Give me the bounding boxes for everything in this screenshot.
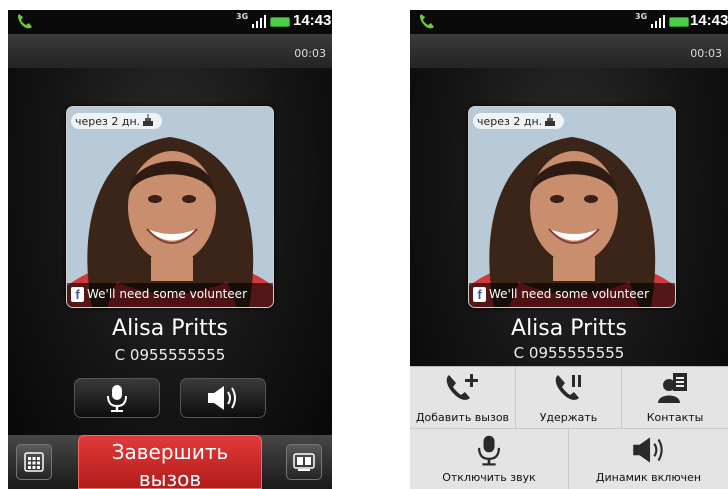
call-stage: через 2 дн. f We'll need some volunteer … [8,68,332,489]
hold-button[interactable]: Удержать [516,367,622,429]
end-call-label-line2: вызов [138,467,202,489]
phone-screen-in-call-menu: 3G 14:43 00:03 через 2 дн. f We'll need … [410,10,728,489]
mute-label: Отключить звук [442,471,536,484]
facebook-status: f We'll need some volunteer [469,283,675,307]
contact-photo-image [67,107,273,307]
network-type: 3G [635,12,648,21]
speaker-menu-button[interactable]: Динамик включен [569,429,728,489]
reminder-text: через 2 дн. [75,115,141,128]
reminder-badge: через 2 дн. [473,113,565,129]
contacts-label: Контакты [646,411,704,424]
contact-photo-image [469,107,675,307]
signal-icon [651,15,665,28]
reminder-text: через 2 дн. [477,115,543,128]
mute-menu-button[interactable]: Отключить звук [410,429,569,489]
battery-icon [270,17,290,27]
cake-icon [545,114,556,126]
cake-icon [143,114,154,126]
bottom-bar: Завершить вызов [8,435,332,489]
hold-icon [555,375,581,400]
dialpad-icon [24,452,44,472]
status-bar: 3G 14:43 [410,10,728,34]
car-kit-button[interactable] [286,444,322,480]
car-kit-icon [293,453,315,471]
call-timer-bar: 00:03 [410,34,728,69]
call-timer: 00:03 [690,47,722,60]
end-call-button[interactable]: Завершить вызов [78,435,262,489]
facebook-status-text: We'll need some volunteer [87,287,248,301]
call-timer-bar: 00:03 [8,34,332,69]
speaker-icon [207,385,236,411]
microphone-icon [107,384,127,413]
end-call-label-line1: Завершить [111,440,229,464]
microphone-icon [477,435,501,466]
add-call-button[interactable]: Добавить вызов [410,367,516,429]
caller-number: C 0955555555 [513,344,625,362]
signal-icon [252,15,266,28]
phone-screen-in-call: 3G 14:43 00:03 через 2 дн. f We'll need … [8,10,332,489]
contacts-button[interactable]: Контакты [622,367,728,429]
caller-number: C 0955555555 [114,346,226,364]
caller-name: Alisa Pritts [511,316,627,341]
status-bar: 3G 14:43 [8,10,332,34]
phone-icon [420,14,434,29]
add-call-icon [446,374,478,400]
add-call-label: Добавить вызов [415,411,510,424]
reminder-badge: через 2 дн. [71,113,163,129]
caller-name: Alisa Pritts [112,316,228,341]
battery-icon [669,17,689,27]
facebook-icon: f [473,287,486,302]
facebook-icon: f [71,287,84,302]
facebook-status: f We'll need some volunteer [67,283,273,307]
contacts-icon [658,373,687,403]
in-call-menu: Добавить вызов Удержать Контакты Отключи… [410,366,728,489]
contact-photo: через 2 дн. f We'll need some volunteer [468,106,676,308]
facebook-status-text: We'll need some volunteer [489,287,650,301]
hold-label: Удержать [539,411,598,424]
contact-photo: через 2 дн. f We'll need some volunteer [66,106,274,308]
phone-icon [18,14,32,29]
mute-button[interactable] [74,378,160,418]
network-type: 3G [236,12,249,21]
speaker-button[interactable] [180,378,266,418]
speaker-label: Динамик включен [595,471,702,484]
clock: 14:43 [293,12,332,29]
speaker-icon [632,437,663,463]
dialpad-button[interactable] [16,444,52,480]
clock: 14:43 [690,12,728,29]
call-timer: 00:03 [294,47,326,60]
